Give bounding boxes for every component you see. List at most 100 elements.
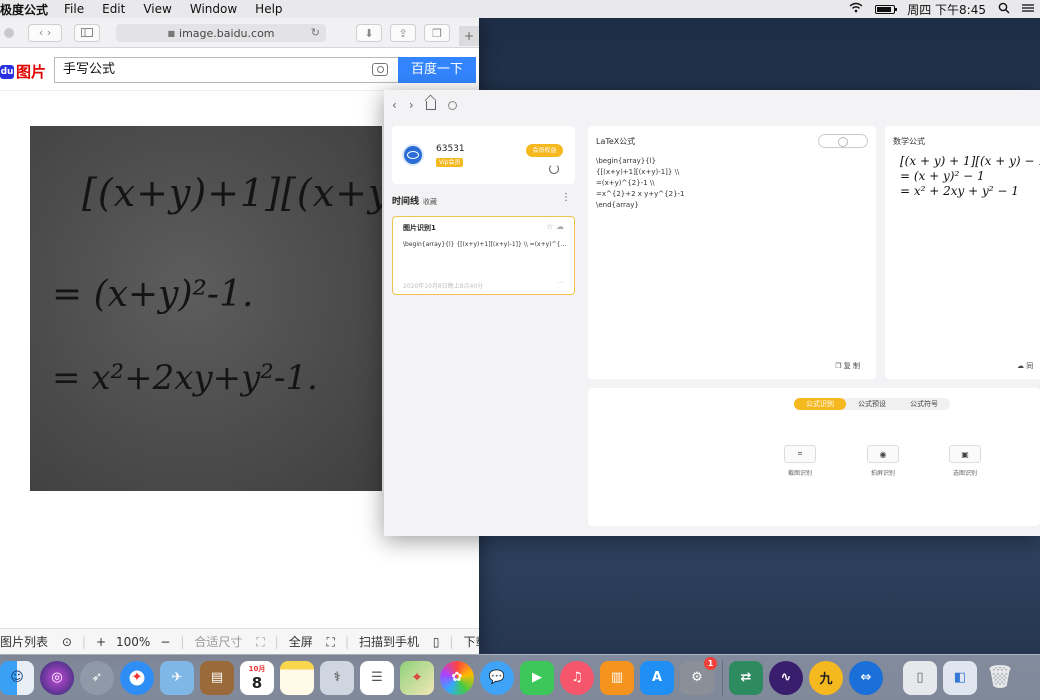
reload-icon[interactable]: ↻ [311, 26, 320, 39]
avatar[interactable] [402, 144, 424, 166]
tab-formula-presets[interactable]: 公式预设 [846, 398, 898, 410]
siri-icon[interactable]: ◎ [40, 660, 74, 695]
member-benefits-button[interactable]: 会员权益 [526, 144, 563, 157]
menu-status-area: 周四 下午8:45 [837, 0, 1040, 18]
menu-help[interactable]: Help [255, 2, 282, 16]
fit-size-button[interactable]: 合适尺寸 ⛶ [194, 633, 264, 650]
tab-formula-symbols[interactable]: 公式符号 [898, 398, 950, 410]
menu-file[interactable]: File [64, 2, 84, 16]
trash-icon[interactable]: 🗑 [983, 661, 1017, 695]
messages-icon[interactable]: 💬 [480, 660, 514, 695]
maps-icon[interactable]: ⌖ [400, 660, 434, 695]
back-icon[interactable]: ‹ [392, 98, 397, 112]
recognition-panel: 公式识别 公式预设 公式符号 ⌗ 截图识别 ◉ 拍屏识别 ▣ 选图识别 [588, 388, 1040, 526]
fullscreen-button[interactable]: 全屏 ⛶ [289, 633, 335, 650]
lock-icon: ■ [167, 28, 176, 38]
sync-button[interactable]: ☁ 同 [1017, 361, 1033, 371]
battery-icon[interactable] [875, 4, 898, 14]
menu-view[interactable]: View [143, 2, 171, 16]
safari-icon[interactable]: ✦ [120, 660, 154, 695]
baidu-logo[interactable]: du 图片 [0, 61, 46, 82]
download-button[interactable]: ⬇ [356, 24, 382, 42]
mail-icon[interactable]: ✈ [160, 660, 194, 695]
forward-icon[interactable]: › [409, 98, 414, 112]
record-timestamp: 2020年10月8日晚上8点40分 [403, 283, 484, 290]
browser-toolbar: ‹ › ■ image.baidu.com ↻ ⬇ ⇪ ❐ + [0, 18, 479, 48]
image-recognition-tool[interactable]: ▣ 选图识别 [948, 445, 982, 477]
photos-icon[interactable]: ✿ [440, 660, 474, 695]
notes-app-icon[interactable]: ▤ [200, 660, 234, 695]
transfer-app-icon[interactable]: ⇄ [729, 660, 763, 695]
launchpad-icon[interactable]: ➶ [80, 660, 114, 695]
math-line: = (x + y)² − 1 [900, 169, 985, 183]
copy-button[interactable]: ❐ 复 制 [835, 361, 860, 371]
zoom-out-button[interactable]: − [160, 635, 170, 649]
settings-icon[interactable] [447, 100, 457, 110]
image-icon: ▣ [949, 445, 981, 463]
preview-window-icon[interactable]: ◧ [943, 660, 977, 695]
tabs-overview-button[interactable]: ❐ [424, 24, 450, 42]
download-image-button[interactable]: 下载 ⤓ [463, 633, 479, 650]
camera-icon[interactable] [372, 63, 388, 76]
formula-app-icon[interactable]: 九 [809, 660, 843, 695]
user-id: 63531 [436, 144, 465, 154]
baidu-paw-icon: du [0, 64, 14, 79]
facetime-icon[interactable]: ▶ [520, 660, 554, 695]
address-bar[interactable]: ■ image.baidu.com ↻ [116, 24, 326, 42]
system-preferences-icon[interactable]: ⚙ 1 [680, 656, 717, 695]
dock-separator [722, 659, 723, 696]
finder-icon[interactable]: ☺ [0, 660, 34, 695]
new-tab-button[interactable]: + [459, 26, 479, 46]
more-icon[interactable]: ⋮ [561, 192, 571, 203]
star-icon[interactable]: ☆ ☁ [546, 222, 564, 231]
timeline-title[interactable]: 时间线 [392, 194, 419, 207]
search-icon[interactable] [998, 2, 1010, 17]
math-panel: 数学公式 [(x + y) + 1][(x + y) − 1] = (x + y… [885, 126, 1040, 379]
latex-panel-title: LaTeX公式 [596, 137, 636, 146]
share-button[interactable]: ⇪ [390, 24, 416, 42]
photo-line-2: = (x+y)²-1. [52, 274, 254, 315]
tab-formula-recognition[interactable]: 公式识别 [794, 398, 846, 410]
control-center-icon[interactable] [1022, 2, 1034, 16]
zoom-in-button[interactable]: + [96, 635, 106, 649]
screen-capture-recognition-tool[interactable]: ◉ 拍屏识别 [866, 445, 900, 477]
books-icon[interactable]: ▥ [600, 660, 634, 695]
image-list-button[interactable]: 图片列表 ⊙ [0, 633, 72, 650]
app-store-icon[interactable]: A [640, 660, 674, 695]
clock-text[interactable]: 周四 下午8:45 [907, 1, 986, 18]
favorites-tab[interactable]: 收藏 [423, 197, 437, 207]
utility-icon[interactable]: ⚕ [320, 660, 354, 695]
teamviewer-icon[interactable]: ⇔ [849, 660, 883, 695]
latex-toggle[interactable] [818, 134, 868, 148]
music-icon[interactable]: ♫ [560, 660, 594, 695]
record-latex-preview: \begin{array}{l} {[(x+y)+1][(x+y)-1]} \\… [403, 241, 568, 248]
reminders-icon[interactable]: ☰ [360, 660, 394, 695]
vip-badge: Vip会员 [436, 158, 464, 167]
menu-window[interactable]: Window [190, 2, 237, 16]
search-button[interactable]: 百度一下 [398, 57, 476, 83]
search-input[interactable]: 手写公式 [54, 57, 398, 83]
latex-line: \end{array} [596, 201, 639, 209]
back-forward-buttons[interactable]: ‹ › [28, 23, 62, 42]
refresh-icon[interactable] [549, 164, 559, 174]
record-more-icon[interactable]: ··· [557, 279, 564, 287]
notes-icon[interactable] [280, 660, 314, 695]
math-render: [(x + y) + 1][(x + y) − 1] = (x + y)² − … [900, 154, 1040, 199]
dock: ☺ ◎ ➶ ✦ ✈ ▤ 10月 8 ⚕ ☰ ⌖ ✿ 💬 ▶ ♫ ▥ A ⚙ 1 ⇄… [0, 654, 1040, 700]
document-icon[interactable]: ▯ [903, 660, 937, 695]
record-card[interactable]: 图片识别1 ☆ ☁ \begin{array}{l} {[(x+y)+1][(x… [392, 216, 575, 295]
window-close-dot[interactable] [4, 27, 14, 38]
formula-app-window: ‹ › 63531 Vip会员 会员权益 时间线 收藏 ⋮ 图片识别1 ☆ ☁ … [384, 90, 1040, 536]
screenshot-recognition-tool[interactable]: ⌗ 截图识别 [783, 445, 817, 477]
calendar-icon[interactable]: 10月 8 [240, 660, 274, 695]
latex-code[interactable]: \begin{array}{l} {[(x+y)+1][(x+y)-1]} \\… [596, 156, 685, 211]
menu-app-name[interactable]: 极度公式 [0, 1, 48, 18]
recognition-tabs: 公式识别 公式预设 公式符号 [794, 398, 950, 410]
sidebar-toggle-button[interactable] [74, 23, 100, 42]
app-nav: ‹ › [392, 98, 469, 112]
home-icon[interactable] [425, 100, 436, 110]
wifi-icon[interactable] [849, 2, 863, 16]
menu-edit[interactable]: Edit [102, 2, 125, 16]
scan-to-phone-button[interactable]: 扫描到手机 ▯ [359, 633, 439, 650]
vpn-app-icon[interactable]: ∿ [769, 660, 803, 695]
